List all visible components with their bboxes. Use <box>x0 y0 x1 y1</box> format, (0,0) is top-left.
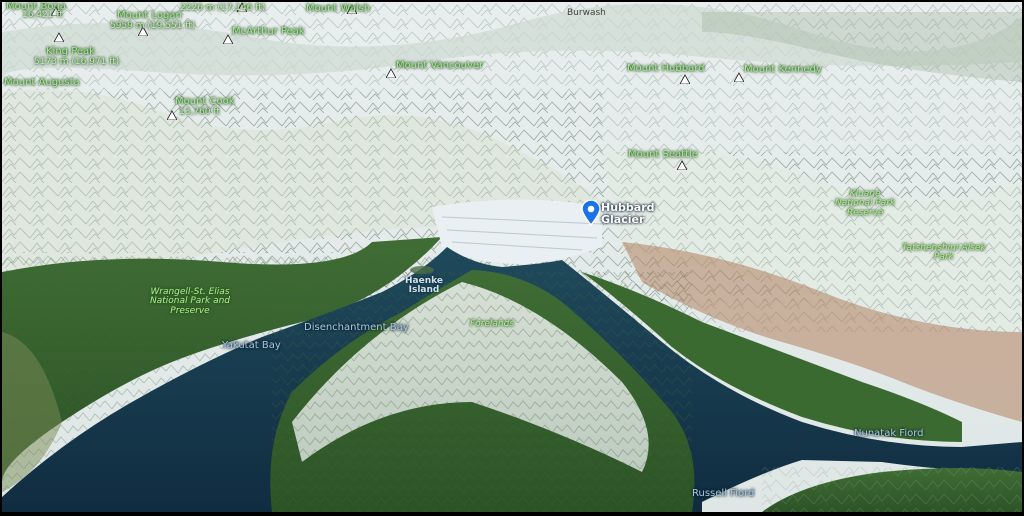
park-label-wrangell-st-elias[interactable]: Wrangell-St. Elias National Park and Pre… <box>150 287 230 316</box>
water-label-yakutat-bay[interactable]: Yakutat Bay <box>222 340 281 352</box>
park-label-line: Reserve <box>846 207 884 218</box>
area-label-forelands[interactable]: Forelands <box>470 319 514 329</box>
peak-elevation: 5959 m (19,551 ft) <box>110 21 196 31</box>
town-label-burwash[interactable]: Burwash <box>567 8 606 18</box>
water-label-nunatak-fiord[interactable]: Nunatak Fiord <box>854 428 924 440</box>
park-label-tatshenshini-alsek[interactable]: Tatshenshini-Alsek Park <box>902 243 986 263</box>
peak-elevation: 16,421 ft <box>22 10 63 20</box>
peak-elevation: 2226 m (17,146 ft) <box>180 3 266 13</box>
glacier-label-hubbard[interactable]: Hubbard Glacier <box>601 202 655 225</box>
island-label-haenke[interactable]: Haenke Island <box>405 276 443 296</box>
glacier-label-line: Hubbard <box>601 201 655 214</box>
peak-label-mount-walsh[interactable]: Mount Walsh <box>306 3 370 15</box>
park-label-kluane[interactable]: Kluane National Park Reserve <box>835 189 895 218</box>
water-label-disenchantment-bay[interactable]: Disenchantment Bay <box>304 322 409 334</box>
peak-label-mcarthur-peak[interactable]: McArthur Peak <box>232 26 305 38</box>
peak-label-mount-hubbard[interactable]: Mount Hubbard <box>627 63 705 75</box>
peak-elevation: 13,760 ft <box>179 107 220 117</box>
park-label-line: Park <box>933 252 954 263</box>
peak-label-mount-vancouver[interactable]: Mount Vancouver <box>396 60 483 72</box>
peak-label-mount-augusta[interactable]: Mount Augusta <box>4 77 80 89</box>
water-label-russell-fiord[interactable]: Russell Fiord <box>692 488 754 500</box>
park-label-line: Preserve <box>170 305 210 316</box>
peak-label-mount-seattle[interactable]: Mount Seattle <box>628 149 698 161</box>
peak-label-king-peak[interactable]: King Peak <box>46 46 95 58</box>
location-pin-icon[interactable] <box>581 199 601 230</box>
peak-label-mount-kennedy[interactable]: Mount Kennedy <box>744 64 822 76</box>
glacier-label-line: Glacier <box>601 212 645 226</box>
map-view[interactable]: Mount Bona 16,421 ft Mount Logan 5959 m … <box>2 2 1022 512</box>
island-label-line: Island <box>408 285 440 296</box>
peak-label-mount-logan[interactable]: Mount Logan <box>117 10 182 22</box>
peak-label-mount-cook[interactable]: Mount Cook <box>175 96 235 108</box>
peak-elevation: 5173 m (16,971 ft) <box>34 57 120 67</box>
